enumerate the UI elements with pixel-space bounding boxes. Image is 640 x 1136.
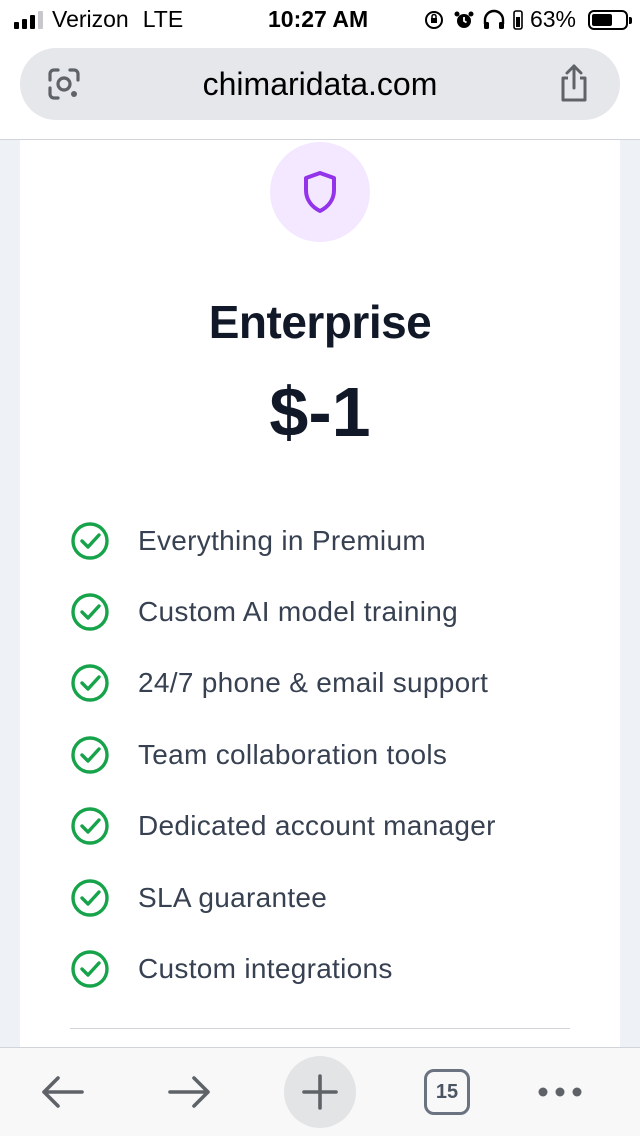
- check-circle-icon: [71, 736, 109, 774]
- arrow-left-icon: [42, 1076, 84, 1108]
- back-button[interactable]: [32, 1062, 92, 1122]
- feature-list: Everything in Premium Custom AI model tr…: [70, 505, 590, 1005]
- check-circle-icon: [71, 593, 109, 631]
- check-circle-icon: [71, 950, 109, 988]
- status-bar: Verizon LTE 10:27 AM 63%: [0, 0, 640, 40]
- feature-item: Everything in Premium: [70, 505, 590, 576]
- more-horizontal-icon: [538, 1087, 582, 1097]
- feature-item: Team collaboration tools: [70, 719, 590, 790]
- battery-percent: 63%: [529, 6, 576, 32]
- more-menu-button[interactable]: [530, 1062, 590, 1122]
- web-page: Enterprise $-1 Everything in Premium Cus…: [0, 140, 640, 1047]
- status-time: 10:27 AM: [268, 6, 369, 32]
- feature-text: 24/7 phone & email support: [138, 667, 489, 699]
- plan-price: $-1: [269, 373, 371, 451]
- forward-button[interactable]: [160, 1062, 220, 1122]
- new-tab-button[interactable]: [284, 1056, 356, 1128]
- check-circle-icon: [71, 664, 109, 703]
- feature-item: Custom AI model training: [70, 576, 590, 647]
- tab-count: 15: [424, 1069, 470, 1115]
- feature-text: Custom integrations: [138, 953, 393, 985]
- plan-title: Enterprise: [208, 296, 432, 348]
- battery-icon: [588, 9, 632, 30]
- address-bar[interactable]: chimaridata.com: [20, 48, 620, 120]
- carrier-name: Verizon: [52, 6, 129, 32]
- arrow-right-icon: [168, 1076, 210, 1108]
- tab-switcher-button[interactable]: 15: [417, 1062, 477, 1122]
- check-circle-icon: [71, 807, 109, 845]
- battery-level: [592, 13, 612, 26]
- feature-text: Everything in Premium: [138, 524, 426, 556]
- headphone-battery-icon: [512, 8, 524, 32]
- browser-toolbar: 15: [0, 1047, 640, 1136]
- plan-icon-badge: [270, 142, 370, 242]
- network-type: LTE: [142, 6, 184, 32]
- feature-text: Dedicated account manager: [138, 810, 496, 842]
- feature-item: SLA guarantee: [70, 862, 590, 933]
- plus-icon: [302, 1074, 338, 1110]
- card-divider: [70, 1028, 570, 1029]
- share-icon[interactable]: [554, 62, 594, 104]
- status-right: 63%: [422, 6, 632, 33]
- check-circle-icon: [71, 878, 109, 917]
- check-circle-icon: [71, 521, 109, 560]
- pricing-card-enterprise: Enterprise $-1 Everything in Premium Cus…: [20, 140, 620, 1047]
- status-left: Verizon LTE: [14, 6, 183, 33]
- orientation-lock-icon: [422, 8, 446, 32]
- shield-icon: [304, 171, 336, 213]
- feature-text: Custom AI model training: [138, 596, 459, 628]
- signal-strength-icon: [14, 10, 43, 29]
- feature-item: Custom integrations: [70, 933, 590, 1004]
- feature-text: Team collaboration tools: [138, 738, 448, 770]
- feature-text: SLA guarantee: [138, 881, 328, 913]
- url-text[interactable]: chimaridata.com: [20, 66, 620, 103]
- feature-item: 24/7 phone & email support: [70, 648, 590, 719]
- headphones-icon: [482, 8, 506, 32]
- feature-item: Dedicated account manager: [70, 791, 590, 862]
- alarm-icon: [452, 8, 476, 32]
